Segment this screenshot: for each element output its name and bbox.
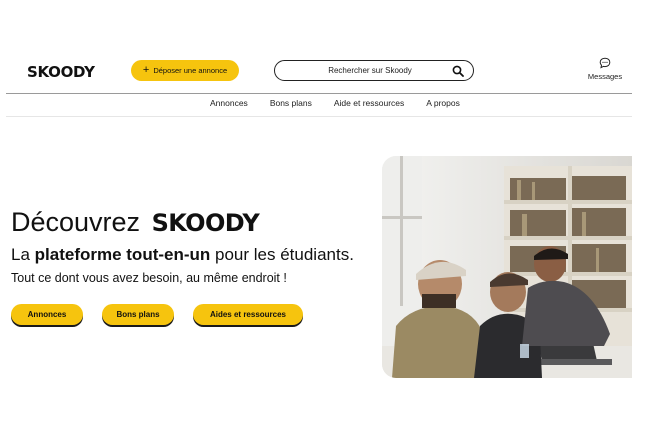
hero-image	[382, 156, 632, 378]
hero-tagline: Tout ce dont vous avez besoin, au même e…	[11, 271, 287, 285]
nav-item-a-propos[interactable]: A propos	[426, 98, 460, 112]
post-ad-button[interactable]: + Déposer une annonce	[131, 60, 239, 81]
bons-plans-button[interactable]: Bons plans	[102, 304, 174, 325]
search-input[interactable]	[275, 65, 457, 76]
hero-title: Découvrez SKOODY	[11, 207, 260, 238]
hero-subtitle-bold: plateforme tout-en-un	[34, 245, 211, 264]
nav-item-aide-ressources[interactable]: Aide et ressources	[334, 98, 404, 112]
main-nav: Annonces Bons plans Aide et ressources A…	[210, 98, 460, 112]
search-bar[interactable]	[274, 60, 474, 81]
aides-ressources-button[interactable]: Aides et ressources	[193, 304, 303, 325]
post-ad-label: Déposer une annonce	[153, 66, 228, 75]
students-library-photo	[382, 156, 632, 378]
messages-label: Messages	[587, 72, 623, 81]
hero-title-brand: SKOODY	[151, 209, 260, 237]
chat-bubble-icon	[599, 57, 611, 69]
plus-icon: +	[142, 64, 150, 76]
messages-button[interactable]: Messages	[582, 57, 628, 81]
nav-divider	[6, 116, 632, 117]
hero-title-prefix: Découvrez	[11, 207, 141, 237]
header-divider	[6, 93, 632, 94]
skoody-logo[interactable]: SKOODY	[27, 63, 95, 81]
hero-subtitle-end: pour les étudiants.	[210, 245, 354, 264]
nav-item-annonces[interactable]: Annonces	[210, 98, 248, 112]
search-icon[interactable]	[452, 65, 464, 77]
hero-subtitle-start: La	[11, 245, 35, 264]
hero-subtitle: La plateforme tout-en-un pour les étudia…	[11, 245, 354, 265]
annonces-button[interactable]: Annonces	[11, 304, 83, 325]
nav-item-bons-plans[interactable]: Bons plans	[270, 98, 312, 112]
